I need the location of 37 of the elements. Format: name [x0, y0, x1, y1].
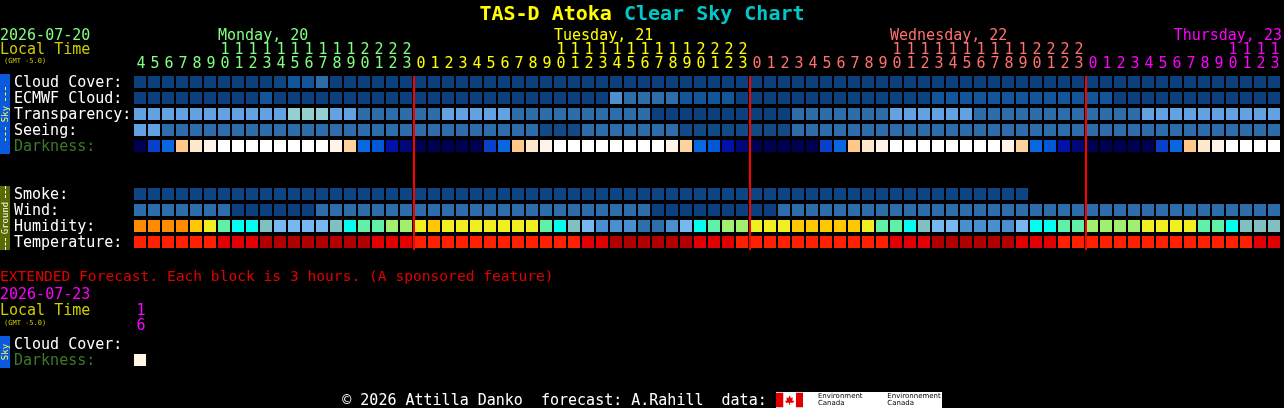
- day-label: Monday, 20: [218, 28, 309, 42]
- hour-tens: 1 1 1 1 1 1 1 1 1 1 2 2 2 2: [556, 42, 746, 56]
- hour-ones: 0 1 2 3 4 5 6 7 8 9 0 1 2 3 4 5 6 7 8 9 0 1 2 3: [751, 56, 1082, 70]
- flag-icon: [775, 392, 803, 408]
- credits-text: © 2026 Attilla Danko forecast: A.Rahill data:: [342, 392, 767, 408]
- section-label: Sky: [0, 343, 10, 361]
- row-label: Cloud Cover:: [14, 74, 124, 90]
- local-time-label: Local Time: [0, 302, 91, 318]
- extended-notice: EXTENDED Forecast. Each block is 3 hours. (A sponsored feature): [0, 268, 554, 286]
- row-label: Humidity:: [14, 218, 96, 234]
- site-name: TAS-D Atoka: [479, 0, 612, 26]
- row-label: Darkness:: [14, 138, 97, 154]
- local-time-label: Local Time: [0, 42, 91, 56]
- date-label: 2026-07-20: [0, 28, 91, 42]
- chart-title: Clear Sky Chart: [623, 0, 805, 26]
- day-label: Thursday, 23: [1173, 28, 1282, 42]
- hour-ones: 0 1 2 3 4 5 6 7 8 9 0 1 2 3 4 5 6 7 8 9 0 1 2 3: [415, 56, 746, 70]
- row-label: ECMWF Cloud:: [14, 90, 124, 106]
- hour-tens: 1 1 1 1 1 1 1 1 1 1 2 2 2 2: [220, 42, 410, 56]
- row-label: Transparency:: [14, 106, 133, 122]
- hour-tens: 1: [135, 302, 144, 318]
- hour-tens: 1 1 1 1: [1228, 42, 1278, 56]
- hour-ones: 4 5 6 7 8 9 0 1 2 3 4 5 6 7 8 9 0 1 2 3: [135, 56, 410, 70]
- section-label: Sky: [0, 105, 10, 123]
- day-label: Tuesday, 21: [554, 28, 654, 42]
- row-label: Smoke:: [14, 186, 70, 202]
- row-label: Darkness:: [14, 352, 97, 368]
- hour-tens: 1 1 1 1 1 1 1 1 1 1 2 2 2 2: [892, 42, 1082, 56]
- day-label: Wednesday, 22: [890, 28, 1008, 42]
- row-label: Wind:: [14, 202, 61, 218]
- date-label: 2026-07-23: [0, 286, 91, 302]
- row-label: Temperature:: [14, 234, 124, 250]
- row-label: Seeing:: [14, 122, 78, 138]
- section-label: Ground: [0, 201, 10, 235]
- hour-ones: 0 1 2 3 4 5 6 7 8 9 0 1 2 3: [1087, 56, 1278, 70]
- row-label: Cloud Cover:: [14, 336, 124, 352]
- hour-ones: 6: [135, 318, 144, 332]
